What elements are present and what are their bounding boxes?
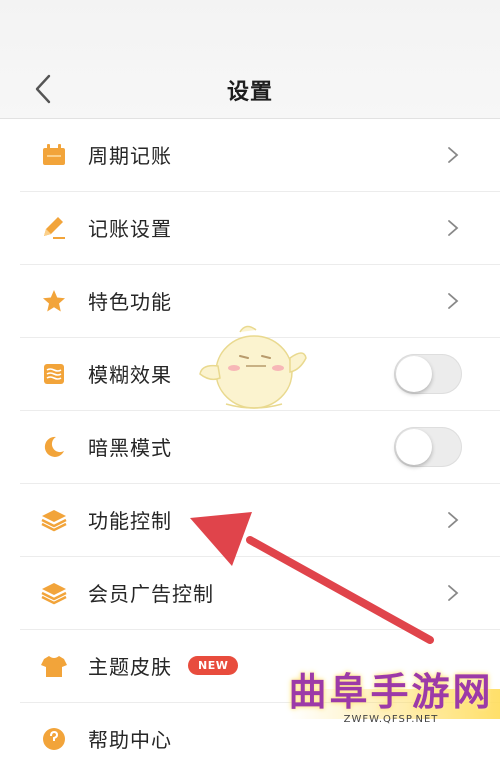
watermark-main: 曲阜手游网 — [288, 669, 494, 714]
help-icon — [40, 725, 68, 753]
settings-item-label: 帮助中心 — [88, 728, 172, 752]
mascot-sticker — [199, 325, 307, 409]
settings-item-label: 主题皮肤 — [88, 655, 172, 679]
settings-item-label: 记账设置 — [88, 217, 172, 241]
chevron-right-icon — [448, 512, 459, 528]
new-badge: NEW — [188, 656, 239, 675]
chevron-right-icon — [448, 585, 459, 601]
settings-item-label: 功能控制 — [88, 509, 172, 533]
blur-icon — [40, 360, 68, 388]
star-icon — [40, 287, 68, 315]
chevron-right-icon — [448, 147, 459, 163]
settings-item-label: 周期记账 — [88, 144, 172, 168]
settings-item-label: 暗黑模式 — [88, 436, 172, 460]
settings-item-dark-mode: 暗黑模式 — [20, 410, 500, 484]
top-navigation-bar: 设置 — [0, 0, 500, 119]
blur-toggle[interactable] — [394, 354, 462, 394]
toggle-knob — [396, 429, 432, 465]
watermark: 曲阜手游网 ZWFW.QFSP.NET — [286, 661, 496, 725]
layers-icon — [40, 579, 68, 607]
settings-item-function-control[interactable]: 功能控制 — [20, 483, 500, 557]
toggle-knob — [396, 356, 432, 392]
settings-item-bookkeeping[interactable]: 记账设置 — [20, 191, 500, 265]
settings-item-periodic[interactable]: 周期记账 — [20, 118, 500, 192]
moon-icon — [40, 433, 68, 461]
calendar-icon — [40, 141, 68, 169]
settings-item-vip-ad-control[interactable]: 会员广告控制 — [20, 556, 500, 630]
tshirt-icon — [40, 652, 68, 680]
settings-item-label: 会员广告控制 — [88, 582, 214, 606]
chevron-right-icon — [448, 220, 459, 236]
page-title: 设置 — [226, 80, 273, 105]
settings-item-label: 特色功能 — [88, 290, 172, 314]
chevron-right-icon — [448, 293, 459, 309]
settings-item-label: 模糊效果 — [88, 363, 172, 387]
pen-icon — [40, 214, 68, 242]
layers-icon — [40, 506, 68, 534]
dark-mode-toggle[interactable] — [394, 427, 462, 467]
